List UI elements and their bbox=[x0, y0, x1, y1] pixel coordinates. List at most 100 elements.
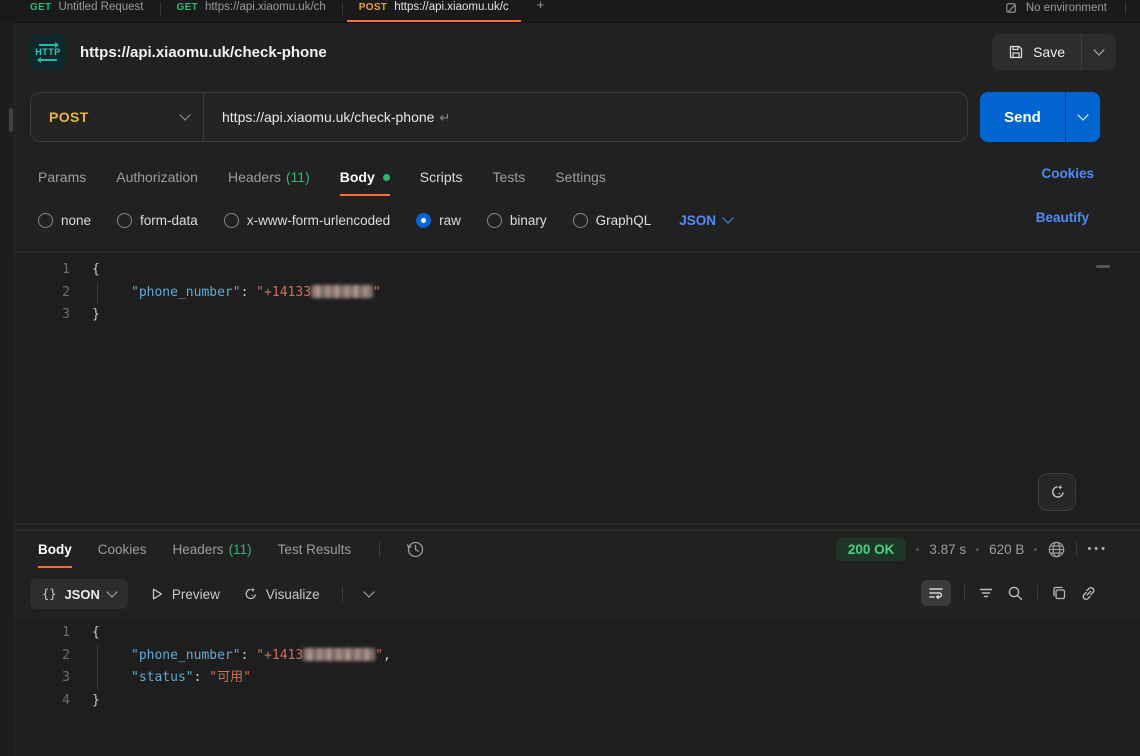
body-mode-x-www-form-urlencoded[interactable]: x-www-form-urlencoded bbox=[224, 213, 390, 228]
mode-label: x-www-form-urlencoded bbox=[247, 213, 390, 228]
request-method-badge: GET bbox=[177, 2, 198, 13]
code-line: 4} bbox=[15, 690, 1140, 713]
tab-divider bbox=[379, 542, 380, 558]
tab-count: (11) bbox=[286, 169, 310, 185]
arrow-right-icon bbox=[39, 44, 57, 46]
tab-label: Headers bbox=[228, 169, 281, 185]
method-label: POST bbox=[49, 109, 89, 125]
response-size[interactable]: 620 B bbox=[989, 542, 1024, 557]
radio-graphql[interactable] bbox=[573, 213, 588, 228]
tab-settings[interactable]: Settings bbox=[555, 158, 606, 196]
link-button[interactable] bbox=[1080, 585, 1097, 602]
environment-icon bbox=[1005, 2, 1018, 15]
save-button[interactable]: Save bbox=[992, 34, 1081, 70]
status-badge[interactable]: 200 OK bbox=[836, 538, 907, 561]
tab-params[interactable]: Params bbox=[38, 158, 86, 196]
sidebar-strip-handle[interactable] bbox=[9, 108, 13, 132]
visualize-label: Visualize bbox=[266, 587, 320, 602]
request-body-editor[interactable]: 1{2"phone_number": "+14133"3} bbox=[15, 252, 1140, 524]
mode-label: GraphQL bbox=[596, 213, 652, 228]
tab-label: Body bbox=[340, 169, 375, 185]
preview-button[interactable]: Preview bbox=[150, 587, 220, 602]
tab-headers[interactable]: Headers(11) bbox=[173, 531, 252, 568]
workspace-tab-https-api-xiaomu-uk-ch[interactable]: GEThttps://api.xiaomu.uk/ch bbox=[161, 0, 342, 22]
new-tab-button[interactable]: + bbox=[525, 0, 557, 19]
visualize-button[interactable]: Visualize bbox=[242, 586, 320, 602]
tab-tests[interactable]: Tests bbox=[493, 158, 526, 196]
arrow-left-icon bbox=[39, 59, 57, 61]
tab-label: Authorization bbox=[116, 169, 198, 185]
line-number: 2 bbox=[15, 282, 70, 305]
tab-label: Tests bbox=[493, 169, 526, 185]
method-dropdown[interactable]: POST bbox=[31, 109, 203, 125]
url-input[interactable]: https://api.xiaomu.uk/check-phone↵ bbox=[222, 109, 450, 126]
body-mode-none[interactable]: none bbox=[38, 213, 91, 228]
sparkle-wand-icon bbox=[242, 586, 258, 602]
preview-label: Preview bbox=[172, 587, 220, 602]
toolbar-divider bbox=[964, 585, 965, 601]
url-bar-divider bbox=[203, 93, 204, 141]
line-number: 1 bbox=[15, 259, 70, 282]
response-menu-button[interactable]: ••• bbox=[1087, 543, 1108, 555]
redacted-text bbox=[311, 285, 373, 298]
radio-form-data[interactable] bbox=[117, 213, 132, 228]
tab-authorization[interactable]: Authorization bbox=[116, 158, 198, 196]
language-dropdown[interactable]: JSON bbox=[679, 213, 732, 228]
tab-label: https://api.xiaomu.uk/c bbox=[394, 1, 508, 13]
search-button[interactable] bbox=[1007, 585, 1024, 602]
response-tab-strip: Body Cookies Headers(11) Test Results bbox=[38, 531, 351, 568]
response-time[interactable]: 3.87 s bbox=[929, 542, 966, 557]
save-icon bbox=[1008, 44, 1024, 60]
line-number: 3 bbox=[15, 304, 70, 327]
send-button[interactable]: Send bbox=[980, 92, 1065, 142]
collapsed-sidebar-strip[interactable] bbox=[0, 22, 15, 756]
chevron-down-icon bbox=[1093, 44, 1104, 55]
tab-headers[interactable]: Headers (11) bbox=[228, 158, 310, 196]
save-button-group: Save bbox=[992, 34, 1116, 70]
line-number: 3 bbox=[15, 667, 70, 690]
beautify-link[interactable]: Beautify bbox=[1036, 210, 1089, 225]
play-icon bbox=[150, 587, 164, 601]
tab-test-results[interactable]: Test Results bbox=[278, 531, 352, 568]
filter-button[interactable] bbox=[978, 585, 994, 601]
braces-icon: {} bbox=[42, 587, 56, 601]
ai-assist-button[interactable] bbox=[1038, 473, 1076, 511]
radio-raw[interactable] bbox=[416, 213, 431, 228]
response-history-button[interactable] bbox=[406, 540, 425, 559]
globe-icon bbox=[1047, 540, 1066, 559]
json-punctuation: } bbox=[92, 307, 100, 322]
environment-label: No environment bbox=[1026, 2, 1107, 14]
json-punctuation: } bbox=[92, 693, 100, 708]
environment-selector[interactable]: No environment bbox=[1005, 0, 1140, 19]
copy-button[interactable] bbox=[1051, 585, 1067, 601]
tab-label: Settings bbox=[555, 169, 606, 185]
body-mode-graphql[interactable]: GraphQL bbox=[573, 213, 652, 228]
response-body-viewer[interactable]: 1{2"phone_number": "+1413",3"status": "可… bbox=[15, 618, 1140, 756]
radio-none[interactable] bbox=[38, 213, 53, 228]
response-format-dropdown[interactable]: {} JSON bbox=[30, 579, 128, 609]
send-dropdown-button[interactable] bbox=[1066, 92, 1100, 142]
editor-scrollbar[interactable] bbox=[1096, 265, 1110, 268]
workspace-tab-untitled-request[interactable]: GETUntitled Request bbox=[14, 0, 160, 22]
word-wrap-button[interactable] bbox=[921, 580, 951, 606]
tab-body[interactable]: Body bbox=[340, 158, 390, 196]
cookies-link[interactable]: Cookies bbox=[1041, 166, 1094, 181]
json-punctuation: { bbox=[92, 625, 100, 640]
tab-cookies[interactable]: Cookies bbox=[98, 531, 147, 568]
line-number: 4 bbox=[15, 690, 70, 713]
save-dropdown-button[interactable] bbox=[1082, 34, 1116, 70]
radio-x-www-form-urlencoded[interactable] bbox=[224, 213, 239, 228]
tab-label: Test Results bbox=[278, 542, 352, 557]
toolbar-divider bbox=[1037, 585, 1038, 601]
network-info-button[interactable] bbox=[1047, 540, 1066, 559]
radio-binary[interactable] bbox=[487, 213, 502, 228]
body-mode-raw[interactable]: raw bbox=[416, 213, 461, 228]
tab-scripts[interactable]: Scripts bbox=[420, 158, 463, 196]
send-button-group: Send bbox=[980, 92, 1100, 142]
request-tabs: Params Authorization Headers (11) Body Script… bbox=[38, 158, 606, 196]
workspace-tab-https-api-xiaomu-uk-c[interactable]: POSThttps://api.xiaomu.uk/c bbox=[343, 0, 525, 22]
body-mode-binary[interactable]: binary bbox=[487, 213, 547, 228]
body-mode-form-data[interactable]: form-data bbox=[117, 213, 198, 228]
tab-body[interactable]: Body bbox=[38, 531, 72, 568]
more-formats-chevron-icon[interactable] bbox=[363, 586, 374, 597]
